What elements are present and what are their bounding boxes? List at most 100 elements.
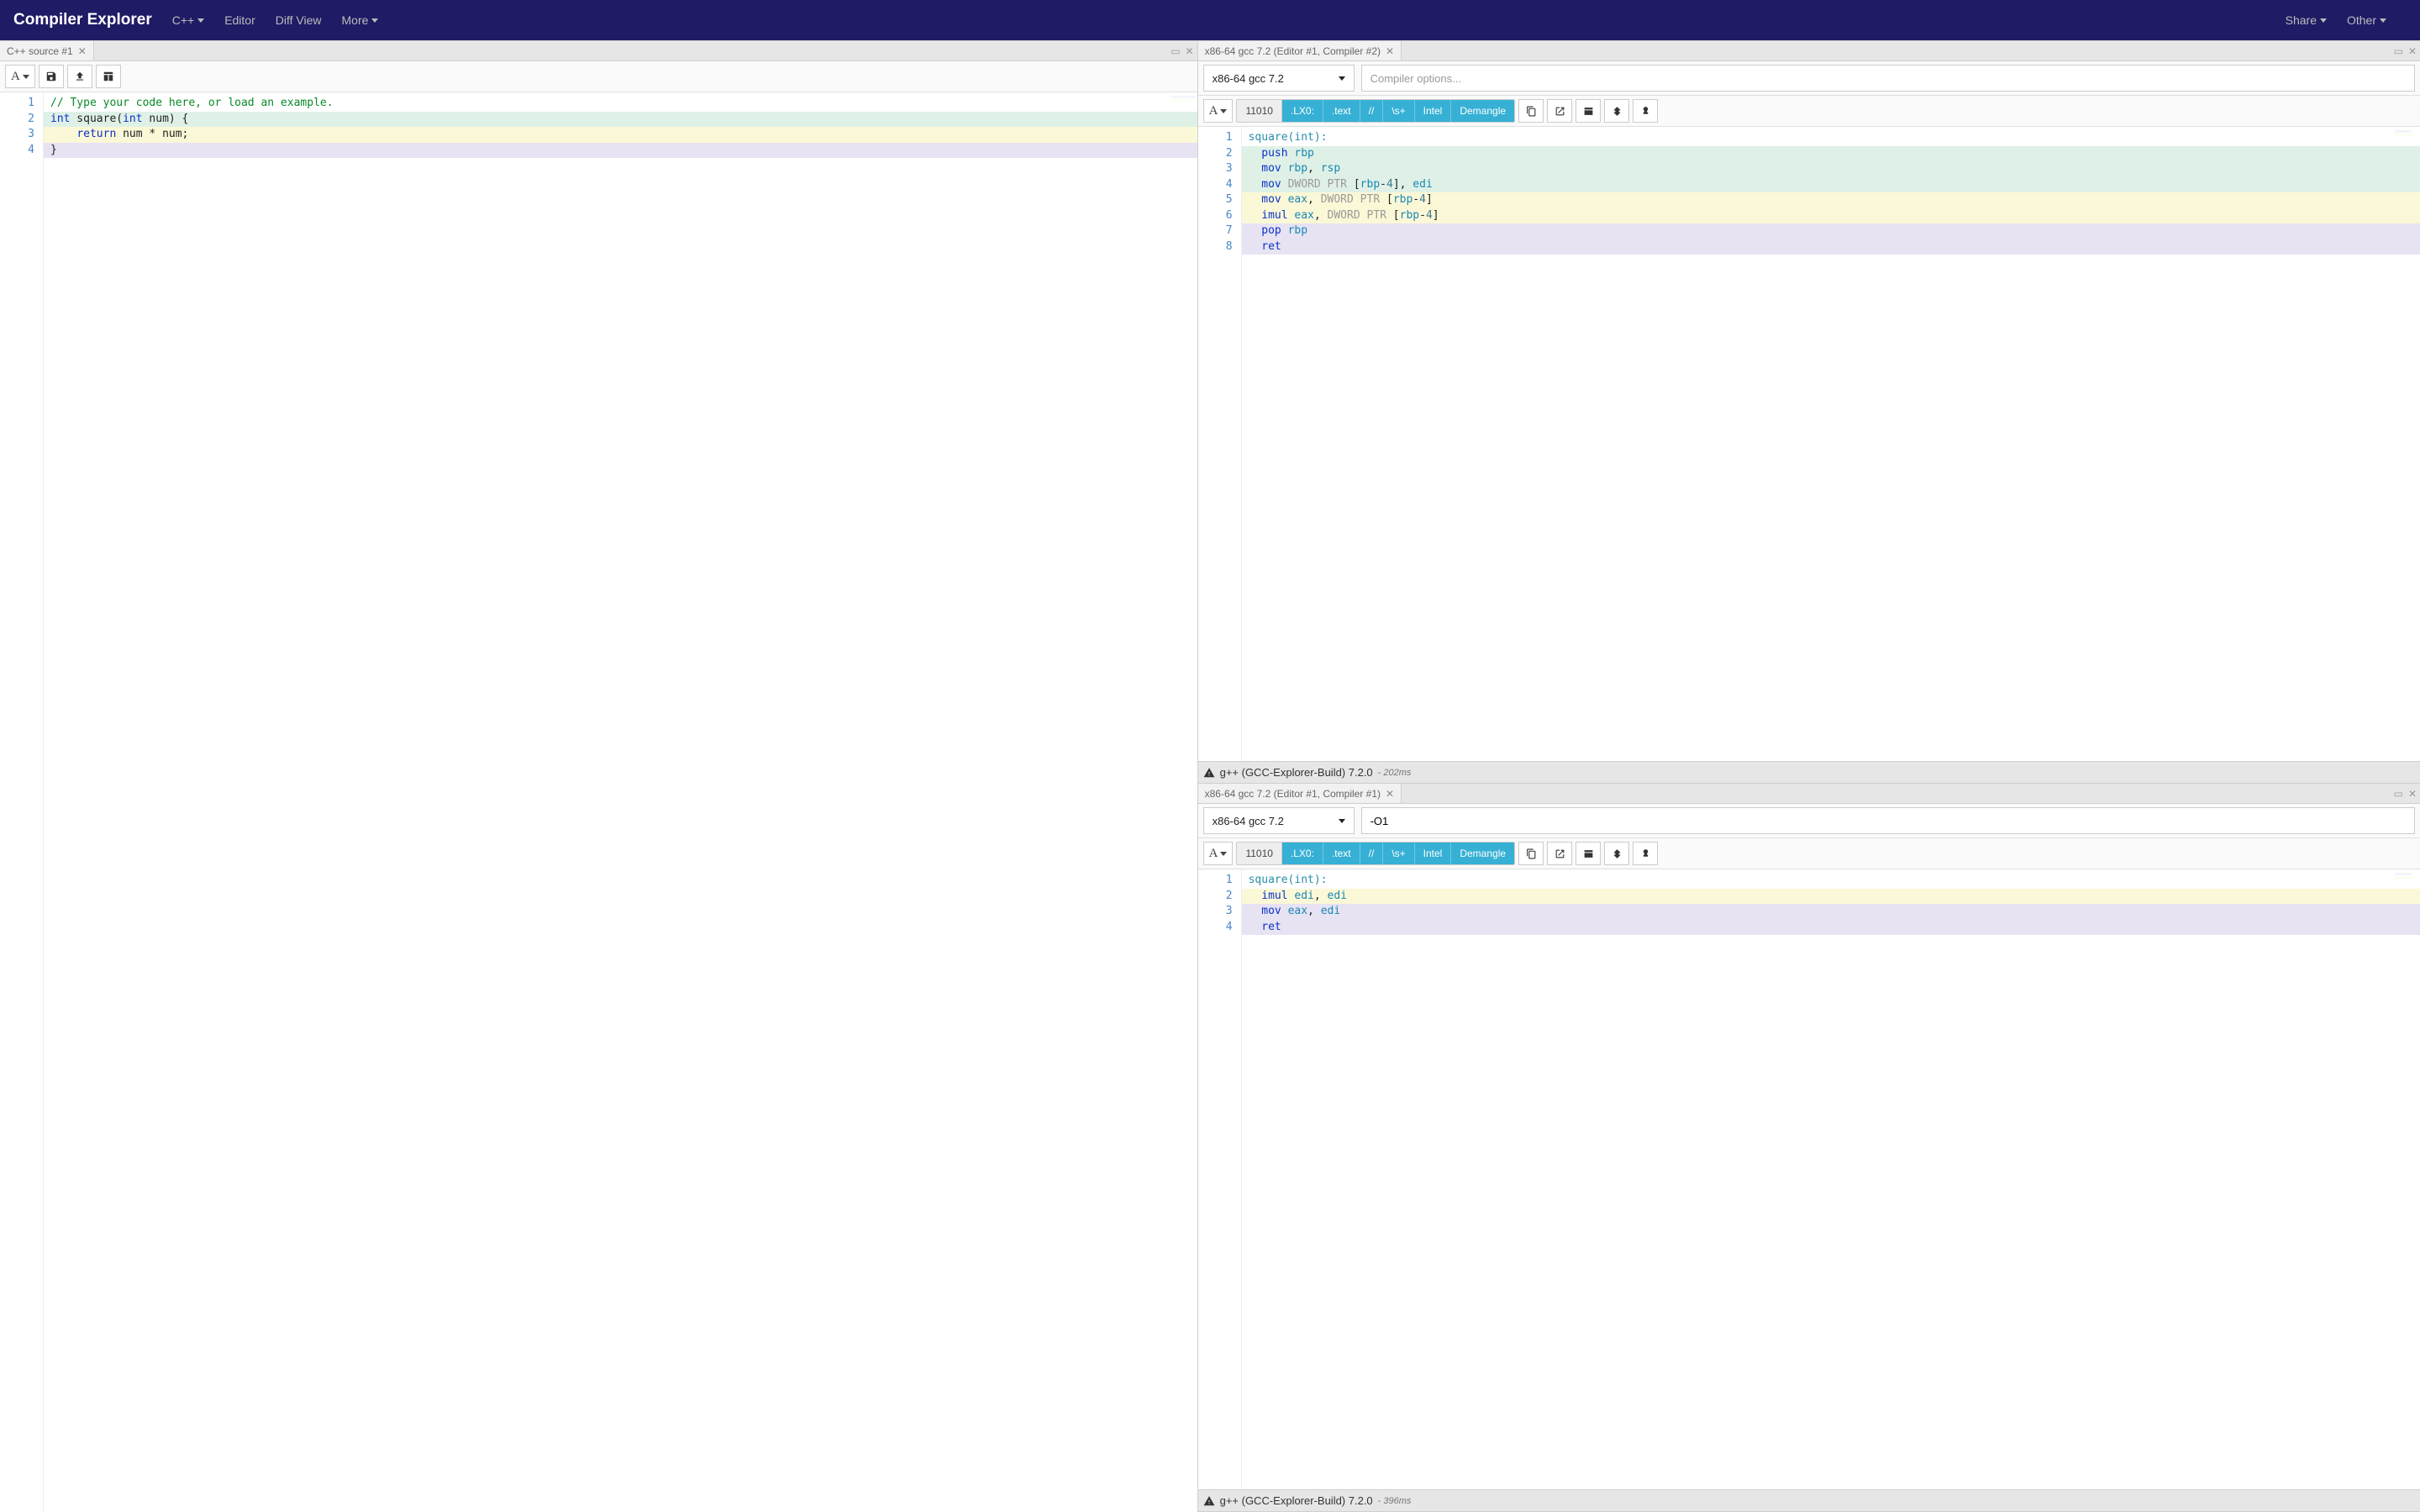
minimap-icon: [2395, 873, 2418, 881]
minimap-icon: [1172, 96, 1196, 104]
warning-icon: [1203, 767, 1215, 779]
tree-icon: [1612, 106, 1623, 117]
compiler-status: g++ (GCC-Explorer-Build) 7.2.0 - 202ms: [1198, 761, 2420, 783]
toggle-intel[interactable]: Intel: [1415, 843, 1452, 864]
compiler-status-text: g++ (GCC-Explorer-Build) 7.2.0: [1220, 766, 1373, 779]
nav-editor[interactable]: Editor: [224, 13, 255, 27]
toggle-comments[interactable]: //: [1360, 843, 1384, 864]
source-gutter: 1234: [0, 92, 44, 1512]
load-button[interactable]: [67, 65, 92, 88]
toggle-binary[interactable]: 11010: [1237, 843, 1281, 864]
toggle-whitespace[interactable]: \s+: [1383, 843, 1414, 864]
compiler-select[interactable]: x86-64 gcc 7.2: [1203, 65, 1355, 92]
toggle-demangle[interactable]: Demangle: [1451, 100, 1514, 122]
compiler-options-row: x86-64 gcc 7.2: [1198, 61, 2420, 96]
save-button[interactable]: [39, 65, 64, 88]
nav-more-dropdown[interactable]: More: [342, 13, 379, 27]
toggle-demangle[interactable]: Demangle: [1451, 843, 1514, 864]
nav-other-dropdown[interactable]: Other: [2347, 13, 2386, 27]
nav-language-label: C++: [172, 13, 194, 27]
asm-editor[interactable]: 12345678 square(int): push rbp mov rbp, …: [1198, 127, 2420, 761]
maximize-icon[interactable]: ▭: [1171, 45, 1180, 57]
toggle-directives[interactable]: .text: [1323, 100, 1360, 122]
save-icon: [45, 71, 57, 82]
output-button[interactable]: [1576, 99, 1601, 123]
warning-icon: [1203, 1495, 1215, 1507]
compiler-options-row: x86-64 gcc 7.2: [1198, 804, 2420, 838]
font-menu-button[interactable]: A: [5, 65, 35, 88]
compiler-options-input[interactable]: [1361, 65, 2415, 92]
toggle-intel[interactable]: Intel: [1415, 100, 1452, 122]
source-tab-title: C++ source #1: [7, 45, 73, 57]
cfg-button[interactable]: [1604, 99, 1629, 123]
close-icon[interactable]: ✕: [1386, 45, 1394, 57]
add-compiler-button[interactable]: [96, 65, 121, 88]
close-pane-icon[interactable]: ✕: [1186, 45, 1194, 57]
compiler-select-label: x86-64 gcc 7.2: [1213, 72, 1284, 85]
asm-toggle-bar: 11010 .LX0: .text // \s+ Intel Demangle: [1236, 842, 1515, 865]
toggle-whitespace[interactable]: \s+: [1383, 100, 1414, 122]
nav-other-label: Other: [2347, 13, 2376, 27]
compiler-tab-title: x86-64 gcc 7.2 (Editor #1, Compiler #2): [1205, 45, 1381, 57]
close-pane-icon[interactable]: ✕: [2408, 45, 2417, 57]
maximize-icon[interactable]: ▭: [2394, 45, 2403, 57]
toggle-labels[interactable]: .LX0:: [1282, 843, 1323, 864]
compiler-status-text: g++ (GCC-Explorer-Build) 7.2.0: [1220, 1494, 1373, 1507]
nav-diff-view[interactable]: Diff View: [276, 13, 322, 27]
toggle-binary[interactable]: 11010: [1237, 100, 1281, 122]
compiler-tab-title: x86-64 gcc 7.2 (Editor #1, Compiler #1): [1205, 788, 1381, 800]
compiler-select[interactable]: x86-64 gcc 7.2: [1203, 807, 1355, 834]
nav-share-label: Share: [2286, 13, 2317, 27]
font-menu-button[interactable]: A: [1203, 99, 1234, 123]
minimap-icon: [2395, 130, 2418, 139]
brand-title[interactable]: Compiler Explorer: [13, 11, 152, 29]
tab-window-controls: ▭ ✕: [2394, 784, 2417, 803]
graph-icon: [1640, 848, 1651, 859]
compiler-tab[interactable]: x86-64 gcc 7.2 (Editor #1, Compiler #1) …: [1198, 784, 1402, 803]
clipboard-icon: [1526, 848, 1537, 859]
terminal-icon: [1583, 106, 1594, 117]
popout-button[interactable]: [1547, 99, 1572, 123]
compiler-pane-2: x86-64 gcc 7.2 (Editor #1, Compiler #1) …: [1198, 784, 2420, 1512]
cfg-button[interactable]: [1604, 842, 1629, 865]
font-menu-button[interactable]: A: [1203, 842, 1234, 865]
caret-down-icon: [1339, 76, 1345, 81]
maximize-icon[interactable]: ▭: [2394, 788, 2403, 800]
toggle-directives[interactable]: .text: [1323, 843, 1360, 864]
compiler-pane-1: x86-64 gcc 7.2 (Editor #1, Compiler #2) …: [1198, 41, 2420, 784]
asm-editor[interactable]: 1234 square(int): imul edi, edi mov eax,…: [1198, 869, 2420, 1489]
nav-more-label: More: [342, 13, 369, 27]
terminal-icon: [1583, 848, 1594, 859]
toggle-comments[interactable]: //: [1360, 100, 1384, 122]
clipboard-button[interactable]: [1518, 842, 1544, 865]
popout-icon: [1555, 106, 1565, 117]
output-button[interactable]: [1576, 842, 1601, 865]
popout-button[interactable]: [1547, 842, 1572, 865]
caret-down-icon: [2320, 18, 2327, 23]
compiler-select-label: x86-64 gcc 7.2: [1213, 815, 1284, 827]
opt-button[interactable]: [1633, 842, 1658, 865]
opt-button[interactable]: [1633, 99, 1658, 123]
source-editor[interactable]: 1234 // Type your code here, or load an …: [0, 92, 1197, 1512]
close-icon[interactable]: ✕: [1386, 788, 1394, 800]
compiler-options-input[interactable]: [1361, 807, 2415, 834]
caret-down-icon: [371, 18, 378, 23]
close-icon[interactable]: ✕: [78, 45, 87, 57]
asm-code[interactable]: square(int): push rbp mov rbp, rsp mov D…: [1242, 127, 2420, 761]
nav-language-dropdown[interactable]: C++: [172, 13, 204, 27]
graph-icon: [1640, 106, 1651, 117]
popout-icon: [1555, 848, 1565, 859]
source-tab[interactable]: C++ source #1 ✕: [0, 41, 94, 60]
source-code[interactable]: // Type your code here, or load an examp…: [44, 92, 1197, 1512]
upload-icon: [74, 71, 86, 82]
clipboard-button[interactable]: [1518, 99, 1544, 123]
toggle-labels[interactable]: .LX0:: [1282, 100, 1323, 122]
asm-gutter: 1234: [1198, 869, 1242, 1489]
tab-window-controls: ▭ ✕: [1171, 41, 1193, 60]
compiler-tab[interactable]: x86-64 gcc 7.2 (Editor #1, Compiler #2) …: [1198, 41, 1402, 60]
nav-share-dropdown[interactable]: Share: [2286, 13, 2327, 27]
asm-code[interactable]: square(int): imul edi, edi mov eax, edi …: [1242, 869, 2420, 1489]
compiler-toolbar: A 11010 .LX0: .text // \s+ Intel Demangl…: [1198, 96, 2420, 127]
table-icon: [103, 71, 114, 82]
close-pane-icon[interactable]: ✕: [2408, 788, 2417, 800]
